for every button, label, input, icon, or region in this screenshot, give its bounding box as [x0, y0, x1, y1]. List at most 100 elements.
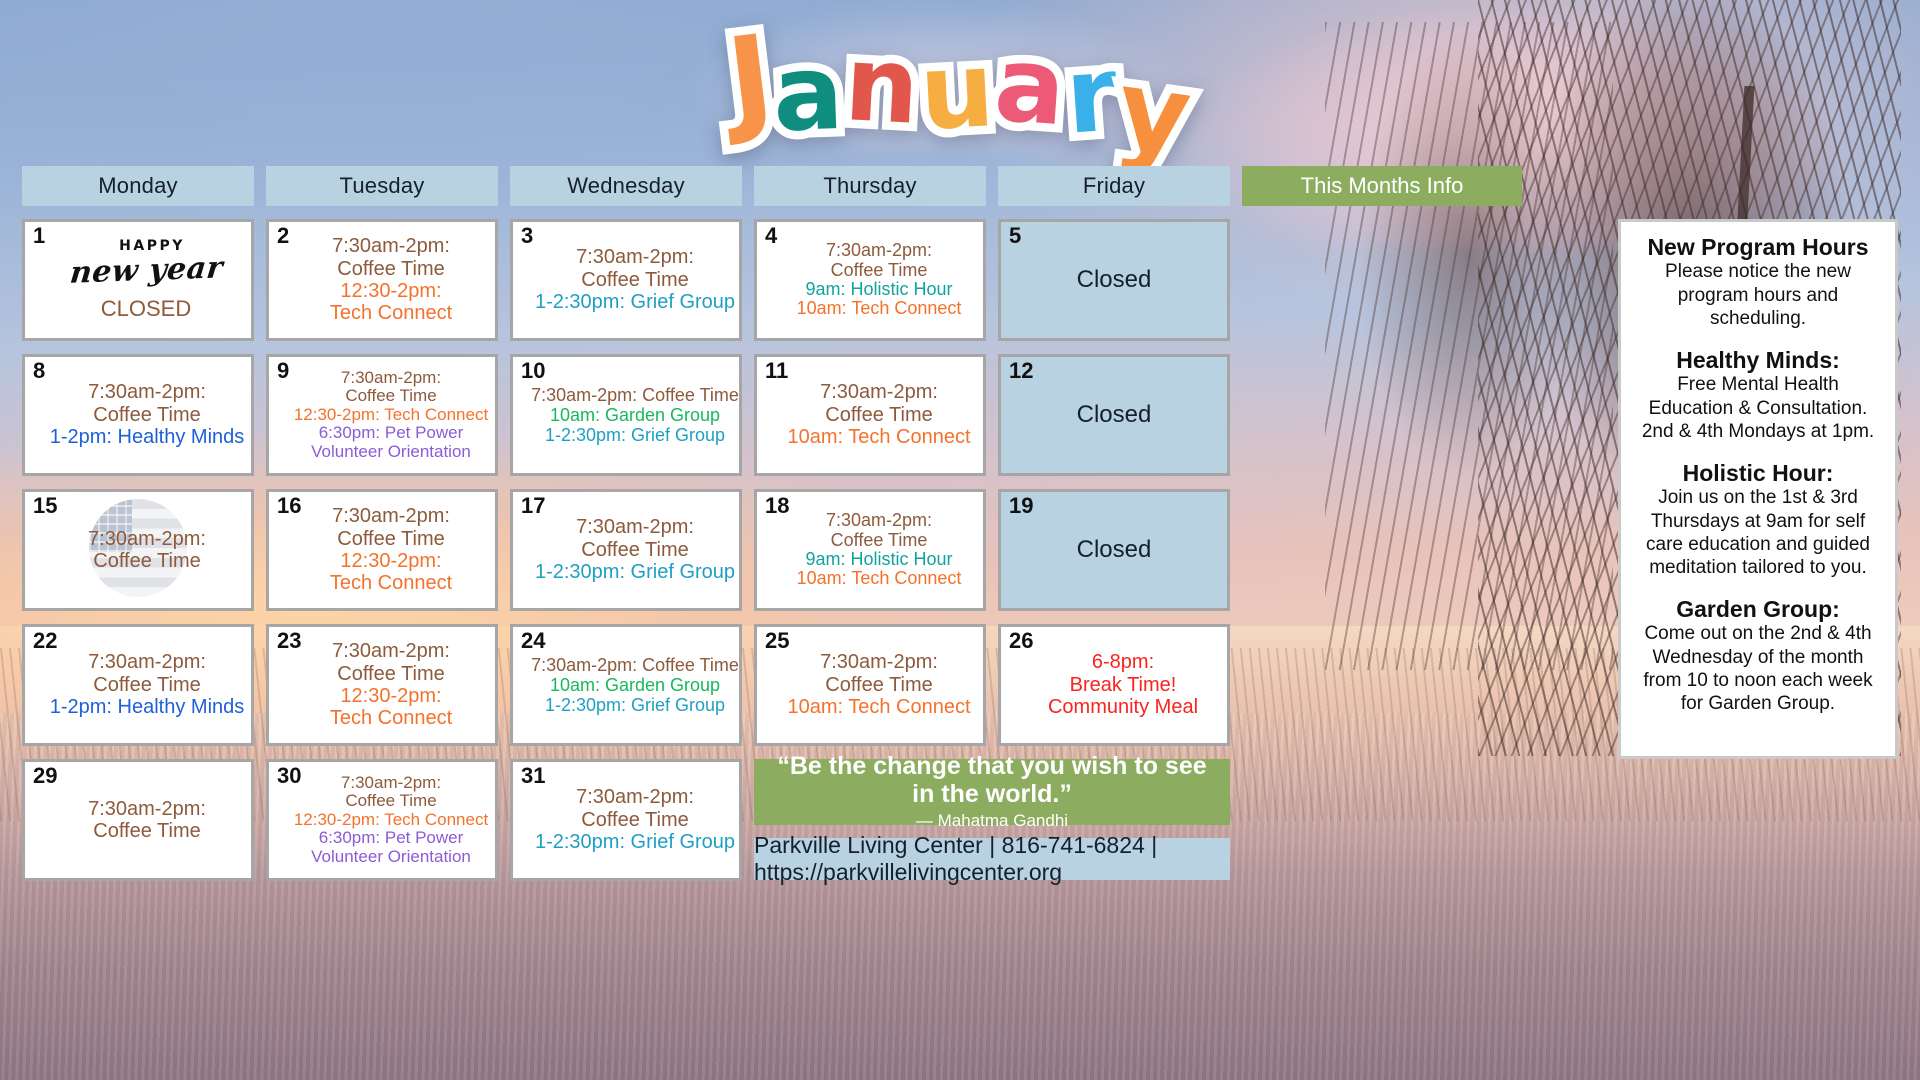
cell-jan-1[interactable]: 1 HAPPY new year CLOSED: [22, 219, 254, 341]
event-list: 7:30am-2pm: Coffee Time 12:30-2pm: Tech Con…: [275, 631, 489, 739]
info-body: Come out on the 2nd & 4th Wednesday of t…: [1643, 623, 1873, 714]
cell-jan-11[interactable]: 11 7:30am-2pm: Coffee Time 10am: Tech Conn…: [754, 354, 986, 476]
cell-jan-17[interactable]: 17 7:30am-2pm: Coffee Time 1-2:30pm: Grief…: [510, 489, 742, 611]
week-row-1: 1 HAPPY new year CLOSED 2 7:30am-2pm: Cof…: [22, 219, 1606, 341]
cell-jan-23[interactable]: 23 7:30am-2pm: Coffee Time 12:30-2pm: Tech …: [266, 624, 498, 746]
cell-jan-8[interactable]: 8 7:30am-2pm: Coffee Time 1-2pm: Healthy M…: [22, 354, 254, 476]
cell-jan-29[interactable]: 29 7:30am-2pm: Coffee Time: [22, 759, 254, 881]
cell-jan-15[interactable]: 15 7:30am-2pm: Coffee Time: [22, 489, 254, 611]
event-line: 9am: Holistic Hour: [805, 549, 953, 569]
event-line: Coffee Time: [581, 808, 689, 831]
cell-jan-30[interactable]: 30 7:30am-2pm: Coffee Time 12:30-2pm: Tech…: [266, 759, 498, 881]
event-line: 1-2:30pm: Grief Group: [534, 561, 736, 584]
cell-jan-5[interactable]: 5 Closed: [998, 219, 1230, 341]
quote-author: — Mahatma Gandhi: [915, 811, 1069, 830]
weeks-container: 1 HAPPY new year CLOSED 2 7:30am-2pm: Cof…: [22, 219, 1606, 885]
calendar-body-row: 1 HAPPY new year CLOSED 2 7:30am-2pm: Cof…: [22, 219, 1898, 885]
calendar-grid: Monday Tuesday Wednesday Thursday Friday…: [22, 166, 1898, 885]
cell-jan-26[interactable]: 26 6-8pm: Break Time! Community Meal: [998, 624, 1230, 746]
event-line: 7:30am-2pm:: [88, 381, 206, 404]
event-line: Coffee Time: [337, 257, 445, 280]
cell-jan-16[interactable]: 16 7:30am-2pm: Coffee Time 12:30-2pm: Tech …: [266, 489, 498, 611]
cell-jan-10[interactable]: 10 7:30am-2pm: Coffee Time 10am: Garden G…: [510, 354, 742, 476]
closed-label: Closed: [1076, 401, 1152, 428]
event-line: Coffee Time: [581, 268, 689, 291]
event-line: 1-2:30pm: Grief Group: [544, 425, 726, 446]
page-title: January: [713, 1, 1208, 190]
closed-text: CLOSED: [100, 296, 192, 321]
event-line: Coffee Time: [830, 529, 928, 550]
day-number: 30: [277, 763, 302, 788]
cell-jan-24[interactable]: 24 7:30am-2pm: Coffee Time 10am: Garden G…: [510, 624, 742, 746]
event-line: 7:30am-2pm: Coffee Time: [531, 654, 739, 675]
event-line: 7:30am-2pm:: [332, 640, 450, 663]
event-line: 9am: Holistic Hour: [805, 279, 953, 299]
event-list: 7:30am-2pm: Coffee Time 12:30-2pm: Tech Con…: [275, 496, 489, 604]
day-number: 19: [1009, 493, 1034, 518]
event-line: Tech Connect: [329, 302, 453, 325]
event-line: Tech Connect: [329, 572, 453, 595]
info-title: New Program Hours: [1647, 234, 1869, 260]
day-number: 9: [277, 358, 290, 383]
day-number: 4: [765, 223, 778, 248]
closed-label: Closed: [1076, 266, 1152, 293]
event-line: 7:30am-2pm:: [820, 651, 938, 674]
event-line: 7:30am-2pm:: [825, 510, 933, 531]
cell-jan-22[interactable]: 22 7:30am-2pm: Coffee Time 1-2pm: Healthy …: [22, 624, 254, 746]
cell-jan-12[interactable]: 12 Closed: [998, 354, 1230, 476]
info-panel-column: New Program Hours Please notice the new …: [1618, 219, 1898, 759]
event-line: Coffee Time: [825, 403, 933, 426]
info-block: Garden Group: Come out on the 2nd & 4th …: [1635, 596, 1881, 715]
event-line: 7:30am-2pm:: [340, 368, 442, 388]
title-letter-3: n: [833, 14, 931, 157]
quote-banner: “Be the change that you wish to see in t…: [754, 752, 1230, 830]
cell-jan-18[interactable]: 18 7:30am-2pm: Coffee Time 9am: Holistic H…: [754, 489, 986, 611]
cell-jan-31[interactable]: 31 7:30am-2pm: Coffee Time 1-2:30pm: Grief…: [510, 759, 742, 881]
cell-jan-4[interactable]: 4 7:30am-2pm: Coffee Time 9am: Holistic Ho…: [754, 219, 986, 341]
event-line: 1-2:30pm: Grief Group: [544, 695, 726, 716]
cell-jan-2[interactable]: 2 7:30am-2pm: Coffee Time 12:30-2pm: Tech C…: [266, 219, 498, 341]
day-number: 31: [521, 763, 546, 788]
quote-text: “Be the change that you wish to see in t…: [777, 752, 1207, 808]
event-line: Break Time!: [1069, 673, 1177, 696]
event-line: 1-2:30pm: Grief Group: [534, 831, 736, 854]
event-line: 10am: Garden Group: [549, 404, 721, 425]
day-header-friday: Friday: [998, 166, 1230, 206]
event-line: 6:30pm: Pet Power: [318, 828, 464, 848]
event-line: Coffee Time: [93, 403, 201, 426]
cell-jan-3[interactable]: 3 7:30am-2pm: Coffee Time 1-2:30pm: Grief …: [510, 219, 742, 341]
event-list: 7:30am-2pm: Coffee Time 1-2pm: Healthy Min…: [31, 361, 245, 469]
column-info: This Months Info: [1242, 166, 1522, 206]
day-number: 22: [33, 628, 58, 653]
event-line: 12:30-2pm: Tech Connect: [293, 809, 489, 829]
week-row-3: 15 7:30am-2pm: Coffee Time 16 7:30am-2pm:…: [22, 489, 1606, 611]
event-list: 7:30am-2pm: Coffee Time 10am: Tech Connect: [763, 361, 977, 469]
info-title: Healthy Minds:: [1676, 346, 1840, 373]
event-line: 7:30am-2pm:: [332, 505, 450, 528]
cell-jan-25[interactable]: 25 7:30am-2pm: Coffee Time 10am: Tech Conn…: [754, 624, 986, 746]
event-list: 7:30am-2pm: Coffee Time 1-2:30pm: Grief Gr…: [519, 496, 736, 604]
info-body: Join us on the 1st & 3rd Thursdays at 9a…: [1646, 487, 1870, 578]
cell-jan-19[interactable]: 19 Closed: [998, 489, 1230, 611]
info-title: Garden Group:: [1676, 596, 1840, 623]
day-number: 5: [1009, 223, 1022, 248]
cell-jan-9[interactable]: 9 7:30am-2pm: Coffee Time 12:30-2pm: Tech …: [266, 354, 498, 476]
info-block: New Program Hours Please notice the new …: [1635, 234, 1881, 330]
event-line: Volunteer Orientation: [311, 846, 471, 866]
day-number: 1: [33, 223, 46, 248]
event-list: 7:30am-2pm: Coffee Time 1-2:30pm: Grief Gr…: [519, 226, 735, 334]
event-list: 7:30am-2pm: Coffee Time 12:30-2pm: Tech Co…: [275, 361, 489, 469]
footer-bar[interactable]: Parkville Living Center | 816-741-6824 |…: [754, 832, 1230, 885]
day-number: 10: [521, 358, 546, 383]
weekday-header-row: Monday Tuesday Wednesday Thursday Friday…: [22, 166, 1898, 206]
day-number: 17: [521, 493, 546, 518]
title-letter-2: a: [763, 22, 855, 163]
event-line: 12:30-2pm:: [340, 685, 442, 707]
week-row-4: 22 7:30am-2pm: Coffee Time 1-2pm: Healthy …: [22, 624, 1606, 746]
this-months-info-panel: New Program Hours Please notice the new …: [1618, 219, 1898, 759]
quote-footer-stack: “Be the change that you wish to see in t…: [754, 752, 1230, 885]
event-line: 1-2pm: Healthy Minds: [49, 426, 245, 449]
event-line: Tech Connect: [329, 707, 453, 730]
info-block: Healthy Minds: Free Mental Health Educat…: [1635, 347, 1881, 443]
day-number: 18: [765, 493, 790, 518]
